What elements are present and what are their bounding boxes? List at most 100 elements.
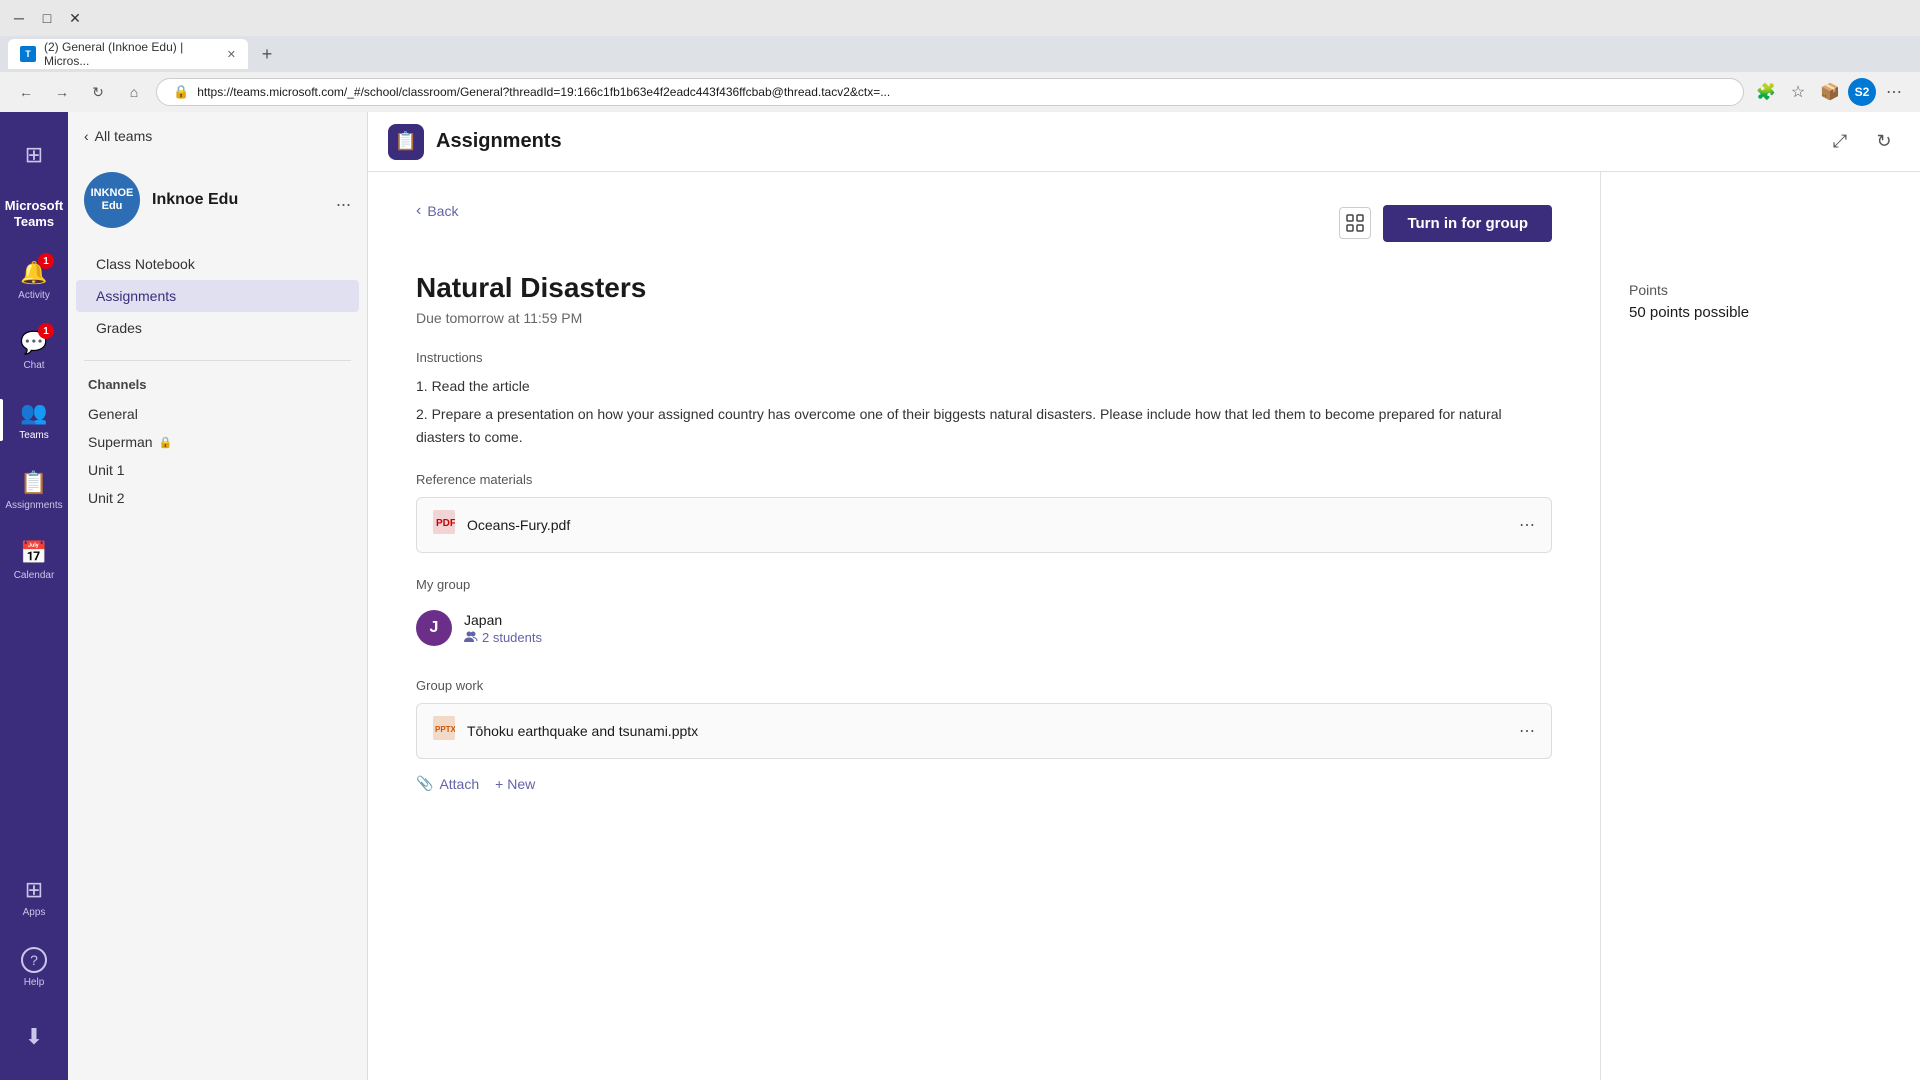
main-content: 📋 Assignments ⤢ ↻ ‹ Back xyxy=(368,112,1920,1080)
settings-more-button[interactable]: ⋯ xyxy=(1880,78,1908,106)
apps-icon: ⊞ xyxy=(25,877,43,903)
grid-icon: ⊞ xyxy=(25,142,43,168)
new-tab-button[interactable]: + xyxy=(252,39,282,69)
sidebar-item-calendar[interactable]: 📅 Calendar xyxy=(0,525,68,595)
svg-text:PDF: PDF xyxy=(436,518,455,529)
active-tab[interactable]: T (2) General (Inknoe Edu) | Micros... ✕ xyxy=(8,39,248,69)
team-more-button[interactable]: ... xyxy=(336,190,351,211)
sidebar-item-assignments[interactable]: 📋 Assignments xyxy=(0,455,68,525)
forward-navigation-button[interactable]: → xyxy=(48,78,76,106)
reference-materials-section: Reference materials PDF Oceans-Fury.pdf … xyxy=(416,472,1552,553)
teams-label: Teams xyxy=(19,430,48,441)
tab-close-button[interactable]: ✕ xyxy=(227,48,236,61)
window-controls[interactable]: ─ □ ✕ xyxy=(8,7,86,29)
reference-materials-label: Reference materials xyxy=(416,472,1552,487)
sidebar-item-apps[interactable]: ⊞ Apps xyxy=(0,862,68,932)
maximize-button[interactable]: □ xyxy=(36,7,58,29)
channel-unit1-label: Unit 1 xyxy=(88,462,125,478)
url-text: https://teams.microsoft.com/_#/school/cl… xyxy=(197,85,1727,99)
content-area: ‹ Back xyxy=(368,172,1920,1080)
reference-file-card: PDF Oceans-Fury.pdf ⋯ xyxy=(416,497,1552,553)
favorites-button[interactable]: ☆ xyxy=(1784,78,1812,106)
refresh-button[interactable]: ↻ xyxy=(1868,126,1900,158)
reference-file-more-button[interactable]: ⋯ xyxy=(1519,515,1535,535)
instruction-line-1: 1. Read the article xyxy=(416,375,1552,397)
browser-profile[interactable]: S2 xyxy=(1848,78,1876,106)
back-chevron-icon: ‹ xyxy=(84,128,89,144)
points-label: Points xyxy=(1629,282,1892,298)
my-group-label: My group xyxy=(416,577,1552,592)
sidebar-divider xyxy=(84,360,351,361)
view-icon xyxy=(1346,214,1364,232)
pdf-file-icon: PDF xyxy=(433,510,455,540)
expand-button[interactable]: ⤢ xyxy=(1824,126,1856,158)
url-input[interactable]: 🔒 https://teams.microsoft.com/_#/school/… xyxy=(156,78,1744,106)
nav-grid-button[interactable]: ⊞ xyxy=(0,120,68,190)
instruction-line-2: 2. Prepare a presentation on how your as… xyxy=(416,403,1552,448)
attach-icon: 📎 xyxy=(416,775,433,792)
browser-actions: 🧩 ☆ 📦 S2 ⋯ xyxy=(1752,78,1908,106)
work-actions: 📎 Attach + New xyxy=(416,771,1552,796)
all-teams-label: All teams xyxy=(95,128,153,144)
sidebar-item-download[interactable]: ⬇ xyxy=(0,1002,68,1072)
group-students-count: 2 students xyxy=(482,630,542,645)
channel-general[interactable]: General xyxy=(68,400,367,428)
teams-sidebar: ‹ All teams INKNOE Edu Inknoe Edu ... Cl… xyxy=(68,112,368,1080)
assignment-back-button[interactable]: ‹ Back xyxy=(416,202,458,220)
grades-link[interactable]: Grades xyxy=(76,312,359,344)
team-nav-section: Class Notebook Assignments Grades xyxy=(68,240,367,352)
header-actions: ⤢ ↻ xyxy=(1824,126,1900,158)
group-work-file-more-button[interactable]: ⋯ xyxy=(1519,721,1535,741)
view-toggle-button[interactable] xyxy=(1339,207,1371,239)
group-avatar: J xyxy=(416,610,452,646)
my-group-section: My group J Japan xyxy=(416,577,1552,654)
channels-header: Channels xyxy=(68,369,367,400)
assignment-top-actions: Turn in for group xyxy=(1339,205,1552,242)
close-button[interactable]: ✕ xyxy=(64,7,86,29)
channel-unit1[interactable]: Unit 1 xyxy=(68,456,367,484)
chat-label: Chat xyxy=(23,360,44,371)
back-arrow-icon: ‹ xyxy=(416,202,421,220)
sidebar-item-help[interactable]: ? Help xyxy=(0,932,68,1002)
collections-button[interactable]: 📦 xyxy=(1816,78,1844,106)
attach-button[interactable]: 📎 Attach xyxy=(416,771,479,796)
group-students: 2 students xyxy=(464,630,542,645)
tab-title: (2) General (Inknoe Edu) | Micros... xyxy=(44,40,215,68)
pdf-icon-svg: PDF xyxy=(433,510,455,534)
reload-button[interactable]: ↻ xyxy=(84,78,112,106)
calendar-label: Calendar xyxy=(14,570,55,581)
attach-label: Attach xyxy=(439,776,479,792)
main-header-title: Assignments xyxy=(436,130,562,153)
sidebar-item-teams[interactable]: 👥 Teams xyxy=(0,385,68,455)
chat-badge: 1 xyxy=(38,323,54,339)
channel-superman[interactable]: Superman 🔒 xyxy=(68,428,367,456)
sidebar-header: ‹ All teams xyxy=(68,112,367,160)
assignments-nav-label: Assignments xyxy=(5,500,62,511)
group-name: Japan xyxy=(464,612,542,628)
group-work-file-name: Tōhoku earthquake and tsunami.pptx xyxy=(467,723,1507,739)
tab-bar: T (2) General (Inknoe Edu) | Micros... ✕… xyxy=(0,36,1920,72)
assignments-sidebar-link[interactable]: Assignments xyxy=(76,280,359,312)
assignment-right-pane: Points 50 points possible xyxy=(1600,172,1920,1080)
channel-general-label: General xyxy=(88,406,138,422)
assignment-wrapper: ‹ Back xyxy=(368,172,1920,1080)
instructions-text: 1. Read the article 2. Prepare a present… xyxy=(416,375,1552,448)
sidebar-item-activity[interactable]: 1 🔔 Activity xyxy=(0,245,68,315)
title-bar: ─ □ ✕ xyxy=(0,0,1920,36)
back-navigation-button[interactable]: ← xyxy=(12,78,40,106)
group-info: Japan 2 students xyxy=(464,612,542,645)
sidebar-item-chat[interactable]: 1 💬 Chat xyxy=(0,315,68,385)
group-item: J Japan 2 st xyxy=(416,602,1552,654)
all-teams-back-button[interactable]: ‹ All teams xyxy=(84,124,152,148)
new-label: + New xyxy=(495,776,535,792)
home-button[interactable]: ⌂ xyxy=(120,78,148,106)
new-button[interactable]: + New xyxy=(495,771,535,796)
channel-unit2[interactable]: Unit 2 xyxy=(68,484,367,512)
team-name: Inknoe Edu xyxy=(152,191,238,209)
extensions-button[interactable]: 🧩 xyxy=(1752,78,1780,106)
help-label: Help xyxy=(24,977,45,988)
class-notebook-link[interactable]: Class Notebook xyxy=(76,248,359,280)
assignments-icon: 📋 xyxy=(20,470,47,496)
turn-in-group-button[interactable]: Turn in for group xyxy=(1383,205,1552,242)
minimize-button[interactable]: ─ xyxy=(8,7,30,29)
